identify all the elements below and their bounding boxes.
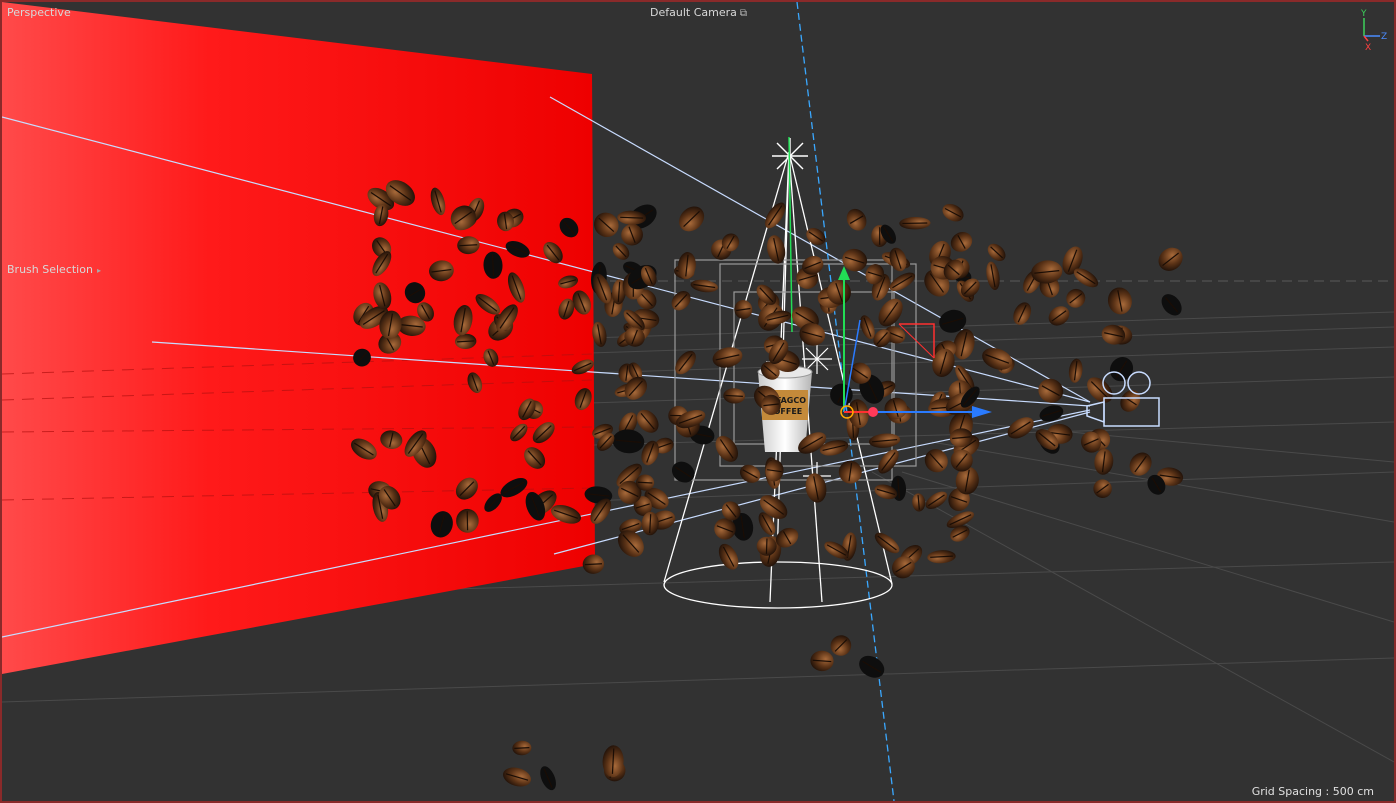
axis-orientation-gizmo: Y Z X [1360,9,1387,52]
viewport-view-menu[interactable]: Perspective [7,6,71,19]
red-backdrop-plane[interactable] [2,2,595,674]
viewport-perspective[interactable]: DEFAGCO COFFEE Perspective Default Camer… [0,0,1396,803]
coffee-bean-crease [637,481,653,484]
axis-z-label: Z [1381,32,1387,42]
brush-selection-label: Brush Selection [7,263,93,276]
camera-name-label: Default Camera [650,6,737,19]
scene-canvas[interactable]: DEFAGCO COFFEE [2,2,1394,801]
chevron-right-icon: ▸ [96,266,101,275]
camera-selector[interactable]: Default Camera ⧉ [650,6,747,19]
axis-x-label: X [1365,43,1371,52]
camera-lock-icon[interactable]: ⧉ [740,8,747,19]
brush-selection-menu[interactable]: Brush Selection ▸ [7,263,101,276]
grid-spacing-readout: Grid Spacing : 500 cm [1251,785,1374,798]
coffee-bean-crease [514,747,530,749]
coffee-bean-crease [620,216,644,219]
coffee-bean-crease [765,538,768,554]
axis-y-label: Y [1360,9,1367,19]
